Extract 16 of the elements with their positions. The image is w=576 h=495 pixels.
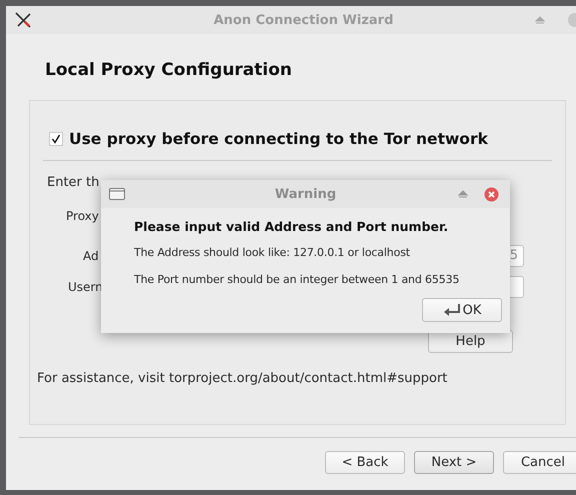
nav-button[interactable]: Next > [414,451,494,474]
ok-button[interactable]: OK [422,298,502,322]
assistance-text: For assistance, visit torproject.org/about/contact.html#support [37,371,448,386]
checkbox-label[interactable]: Use proxy before connecting to the Tor network [69,130,488,148]
page-heading: Local Proxy Configuration [45,60,294,82]
dialog-title: Warning [274,186,338,202]
nav-button[interactable]: Cancel [503,451,576,474]
field-label: Ad [83,249,99,263]
field-label: Proxy [66,209,99,223]
warning-text: The Port number should be an integer between 1 and 65535 [134,273,460,288]
field-label: Usern [68,280,103,294]
window-title: Anon Connection Wizard [212,12,394,28]
warning-text: The Address should look like: 127.0.0.1 or localhost [134,246,411,261]
warning-heading: Please input valid Address and Port number. [134,219,450,236]
intro-text: Enter th [47,175,100,192]
nav-button[interactable]: < Back [325,451,405,474]
